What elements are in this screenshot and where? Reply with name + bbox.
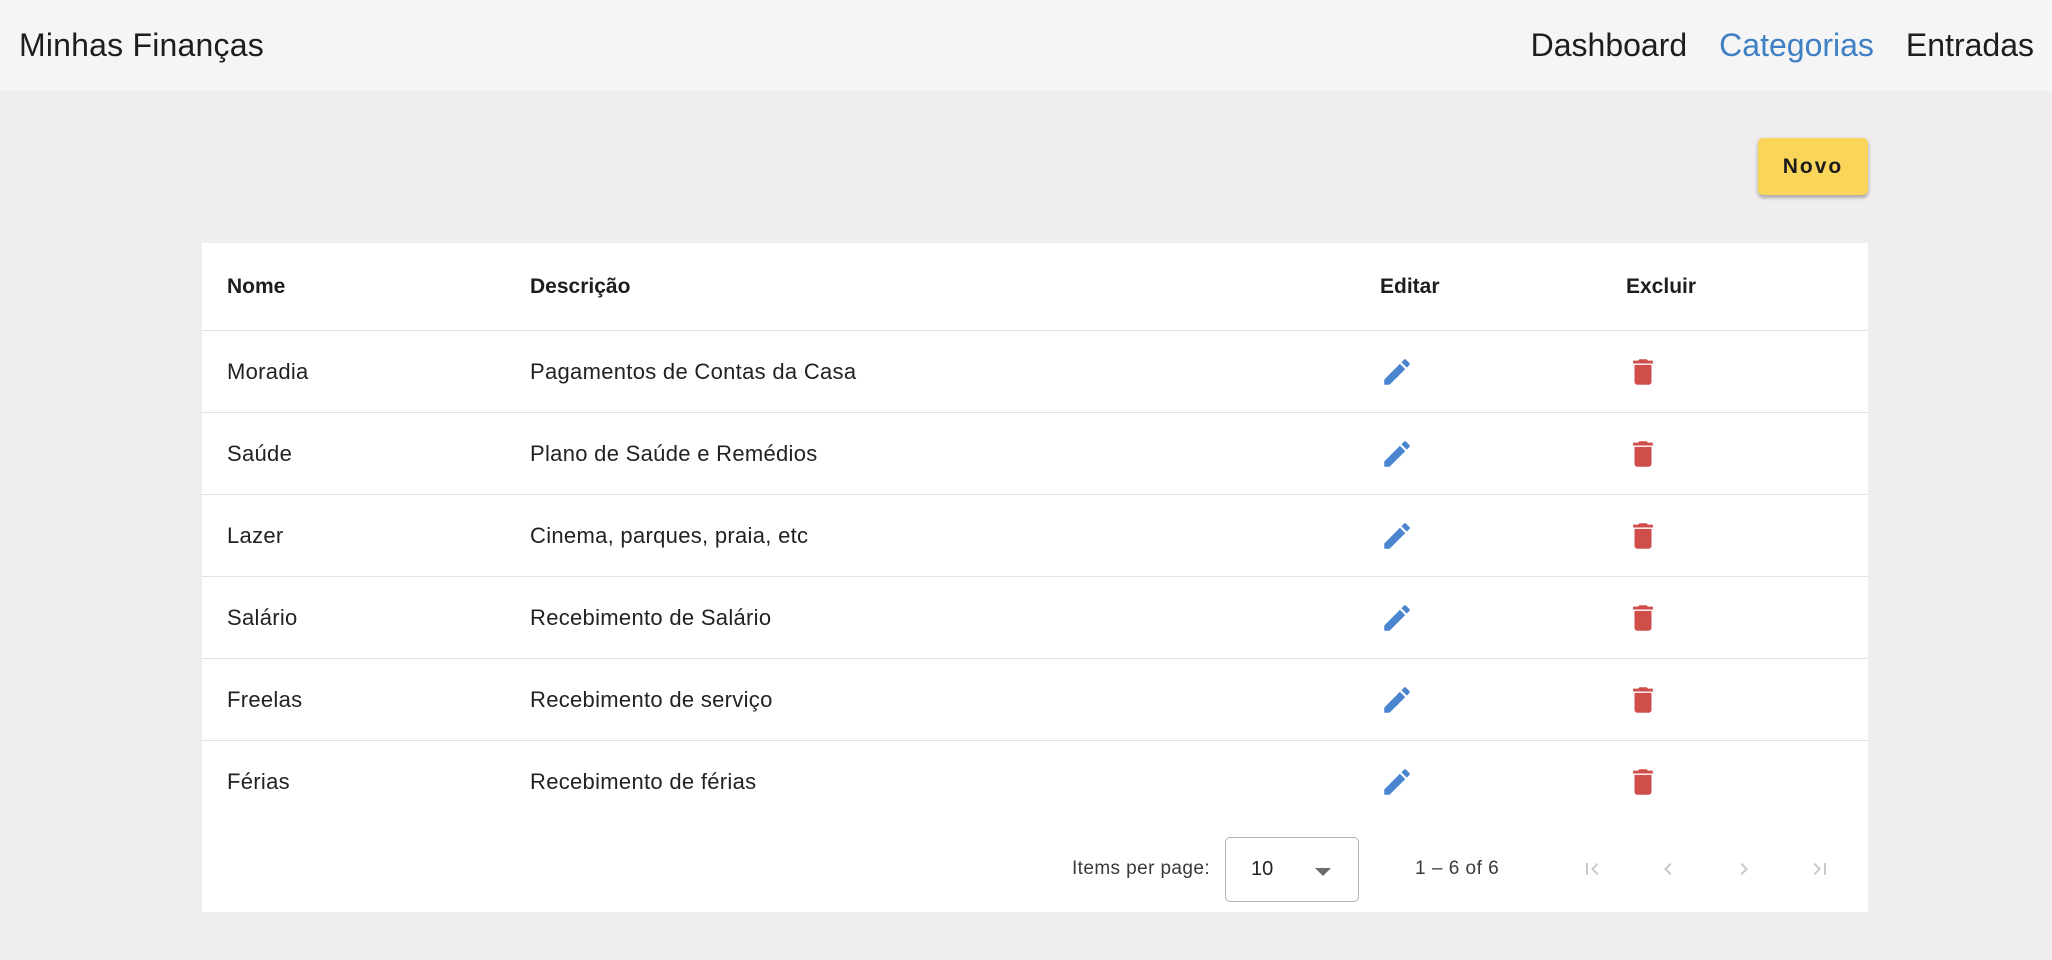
trash-icon: [1633, 358, 1653, 385]
delete-button[interactable]: [1626, 352, 1666, 392]
table-row: Lazer Cinema, parques, praia, etc: [202, 495, 1868, 577]
table-row: Férias Recebimento de férias: [202, 741, 1868, 823]
table-row: Moradia Pagamentos de Contas da Casa: [202, 331, 1868, 413]
cell-nome: Salário: [227, 604, 298, 630]
nav-categorias[interactable]: Categorias: [1719, 27, 1874, 64]
delete-button[interactable]: [1626, 762, 1666, 802]
edit-button[interactable]: [1380, 598, 1420, 638]
dropdown-arrow-icon: [1315, 868, 1331, 876]
categories-table: Nome Descrição Editar Excluir Moradia Pag…: [202, 243, 1868, 912]
cell-editar: [1380, 495, 1420, 576]
chevron-left-icon: [1664, 863, 1672, 875]
cell-descricao: Recebimento de férias: [530, 769, 757, 794]
table-row: Salário Recebimento de Salário: [202, 577, 1868, 659]
edit-button[interactable]: [1380, 352, 1420, 392]
last-page-button[interactable]: [1805, 854, 1835, 884]
cell-descricao: Pagamentos de Contas da Casa: [530, 358, 857, 384]
page-size-value: 10: [1251, 858, 1274, 880]
previous-page-button[interactable]: [1653, 854, 1683, 884]
delete-button[interactable]: [1626, 516, 1666, 556]
cell-descricao: Recebimento de Salário: [530, 604, 772, 630]
edit-button[interactable]: [1380, 516, 1420, 556]
delete-button[interactable]: [1626, 434, 1666, 474]
first-page-icon: [1586, 863, 1599, 875]
cell-excluir: [1626, 331, 1666, 412]
trash-icon: [1633, 769, 1653, 795]
new-category-button[interactable]: Novo: [1758, 138, 1868, 195]
cell-excluir: [1626, 413, 1666, 494]
cell-descricao: Plano de Saúde e Remédios: [530, 440, 818, 466]
delete-button[interactable]: [1626, 680, 1666, 720]
chevron-right-icon: [1740, 863, 1748, 875]
cell-excluir: [1626, 577, 1666, 658]
cell-editar: [1380, 577, 1420, 658]
cell-excluir: [1626, 741, 1666, 823]
cell-nome: Férias: [227, 769, 290, 794]
cell-editar: [1380, 331, 1420, 412]
nav-dashboard[interactable]: Dashboard: [1531, 27, 1688, 64]
column-header-descricao[interactable]: Descrição: [530, 243, 630, 330]
delete-button[interactable]: [1626, 598, 1666, 638]
table-header-row: Nome Descrição Editar Excluir: [202, 243, 1868, 331]
trash-icon: [1633, 604, 1653, 631]
edit-button[interactable]: [1380, 680, 1420, 720]
paginator: Items per page: 10 1 – 6 of 6: [202, 825, 1868, 912]
pencil-icon: [1384, 769, 1410, 795]
cell-nome: Saúde: [227, 440, 293, 466]
cell-nome: Moradia: [227, 358, 309, 384]
cell-editar: [1380, 413, 1420, 494]
next-page-button[interactable]: [1729, 854, 1759, 884]
cell-descricao: Cinema, parques, praia, etc: [530, 522, 809, 548]
app-title: Minhas Finanças: [19, 27, 264, 63]
trash-icon: [1633, 522, 1653, 549]
page-range-label: 1 – 6 of 6: [1415, 857, 1500, 879]
pencil-icon: [1384, 522, 1410, 549]
top-toolbar: Minhas Finanças Dashboard Categorias Ent…: [0, 0, 2052, 91]
column-header-nome[interactable]: Nome: [227, 243, 285, 330]
cell-editar: [1380, 741, 1420, 823]
nav-entradas[interactable]: Entradas: [1906, 27, 2034, 64]
cell-nome: Lazer: [227, 522, 284, 548]
cell-descricao: Recebimento de serviço: [530, 686, 773, 712]
last-page-icon: [1813, 863, 1826, 875]
edit-button[interactable]: [1380, 434, 1420, 474]
main-nav: Dashboard Categorias Entradas: [1531, 27, 2034, 64]
cell-nome: Freelas: [227, 686, 303, 712]
column-header-editar: Editar: [1380, 274, 1440, 298]
items-per-page-label: Items per page:: [1072, 857, 1211, 879]
page-size-select[interactable]: 10: [1225, 837, 1359, 902]
pencil-icon: [1384, 604, 1410, 631]
pencil-icon: [1384, 358, 1410, 385]
pencil-icon: [1384, 686, 1410, 713]
first-page-button[interactable]: [1577, 854, 1607, 884]
edit-button[interactable]: [1380, 762, 1420, 802]
column-header-excluir: Excluir: [1626, 274, 1697, 298]
trash-icon: [1633, 440, 1653, 467]
pencil-icon: [1384, 440, 1410, 467]
cell-excluir: [1626, 495, 1666, 576]
trash-icon: [1633, 686, 1653, 713]
table-row: Saúde Plano de Saúde e Remédios: [202, 413, 1868, 495]
cell-editar: [1380, 659, 1420, 740]
cell-excluir: [1626, 659, 1666, 740]
table-row: Freelas Recebimento de serviço: [202, 659, 1868, 741]
